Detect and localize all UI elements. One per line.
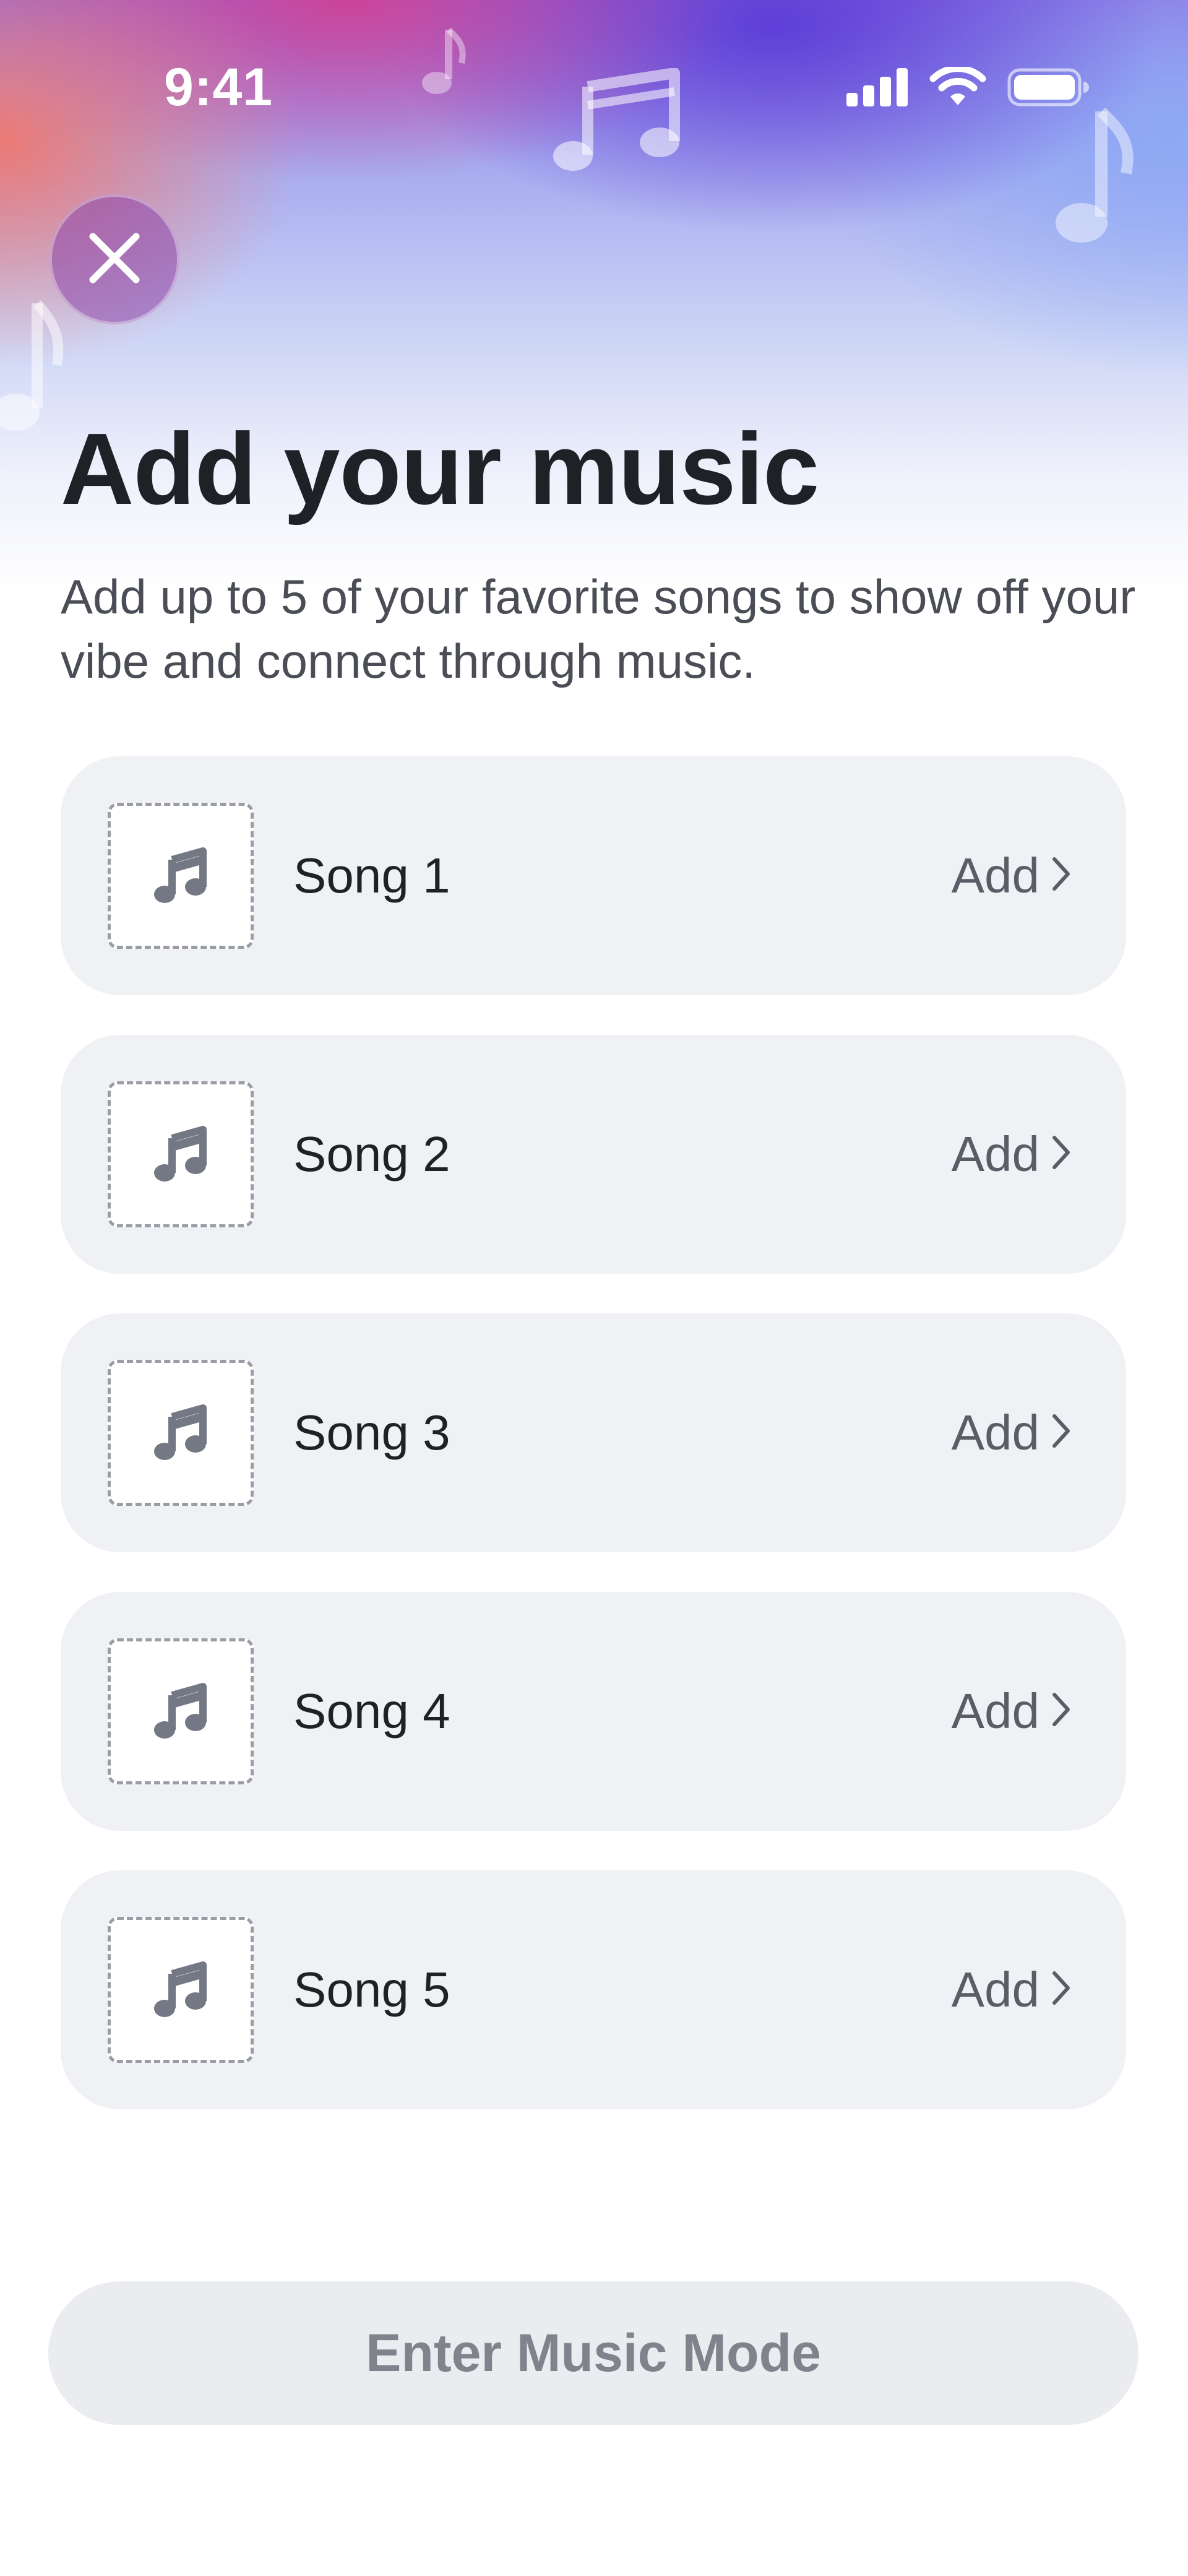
add-music-screen: 9:41 Add your music Add up to 5 of your … xyxy=(0,0,1188,2576)
page-title: Add your music xyxy=(61,412,819,525)
add-song-button[interactable]: Add xyxy=(952,1870,1072,2109)
song-art-placeholder xyxy=(108,1638,254,1784)
song-art-placeholder xyxy=(108,803,254,949)
status-icons xyxy=(846,65,1089,111)
music-note-icon xyxy=(150,1958,212,2023)
song-slot-3[interactable]: Song 3 Add xyxy=(61,1313,1126,1552)
song-label: Song 2 xyxy=(293,1126,450,1182)
song-art-placeholder xyxy=(108,1081,254,1227)
close-icon xyxy=(88,231,141,288)
music-note-icon xyxy=(150,1679,212,1744)
battery-icon xyxy=(1007,68,1089,110)
chevron-right-icon xyxy=(1051,1683,1072,1740)
add-label: Add xyxy=(951,1405,1040,1460)
song-art-placeholder xyxy=(108,1917,254,2063)
add-song-button[interactable]: Add xyxy=(952,1313,1072,1552)
decorative-music-note-icon xyxy=(0,291,68,439)
add-label: Add xyxy=(951,848,1040,903)
add-song-button[interactable]: Add xyxy=(952,1035,1072,1274)
wifi-icon xyxy=(929,65,986,111)
status-bar: 9:41 xyxy=(0,0,1188,173)
song-slot-2[interactable]: Song 2 Add xyxy=(61,1035,1126,1274)
song-list: Song 1 Add Song 2 Add Song 3 Add Song 4 … xyxy=(61,756,1126,2149)
add-label: Add xyxy=(951,1962,1040,2017)
song-label: Song 3 xyxy=(293,1405,450,1460)
cellular-signal-icon xyxy=(846,68,908,110)
add-label: Add xyxy=(951,1683,1040,1739)
close-button[interactable] xyxy=(50,194,179,324)
song-label: Song 1 xyxy=(293,848,450,903)
add-label: Add xyxy=(951,1126,1040,1182)
song-label: Song 5 xyxy=(293,1962,450,2017)
song-slot-4[interactable]: Song 4 Add xyxy=(61,1592,1126,1831)
chevron-right-icon xyxy=(1051,847,1072,904)
page-subtitle: Add up to 5 of your favorite songs to sh… xyxy=(61,569,1136,688)
status-time: 9:41 xyxy=(164,58,273,117)
song-slot-5[interactable]: Song 5 Add xyxy=(61,1870,1126,2109)
music-note-icon xyxy=(150,1122,212,1187)
chevron-right-icon xyxy=(1051,1961,1072,2018)
music-note-icon xyxy=(150,1401,212,1466)
music-note-icon xyxy=(150,844,212,909)
song-label: Song 4 xyxy=(293,1683,450,1739)
enter-music-mode-button[interactable]: Enter Music Mode xyxy=(48,2281,1138,2425)
song-art-placeholder xyxy=(108,1360,254,1506)
song-slot-1[interactable]: Song 1 Add xyxy=(61,756,1126,995)
add-song-button[interactable]: Add xyxy=(952,756,1072,995)
chevron-right-icon xyxy=(1051,1404,1072,1461)
chevron-right-icon xyxy=(1051,1126,1072,1183)
add-song-button[interactable]: Add xyxy=(952,1592,1072,1831)
